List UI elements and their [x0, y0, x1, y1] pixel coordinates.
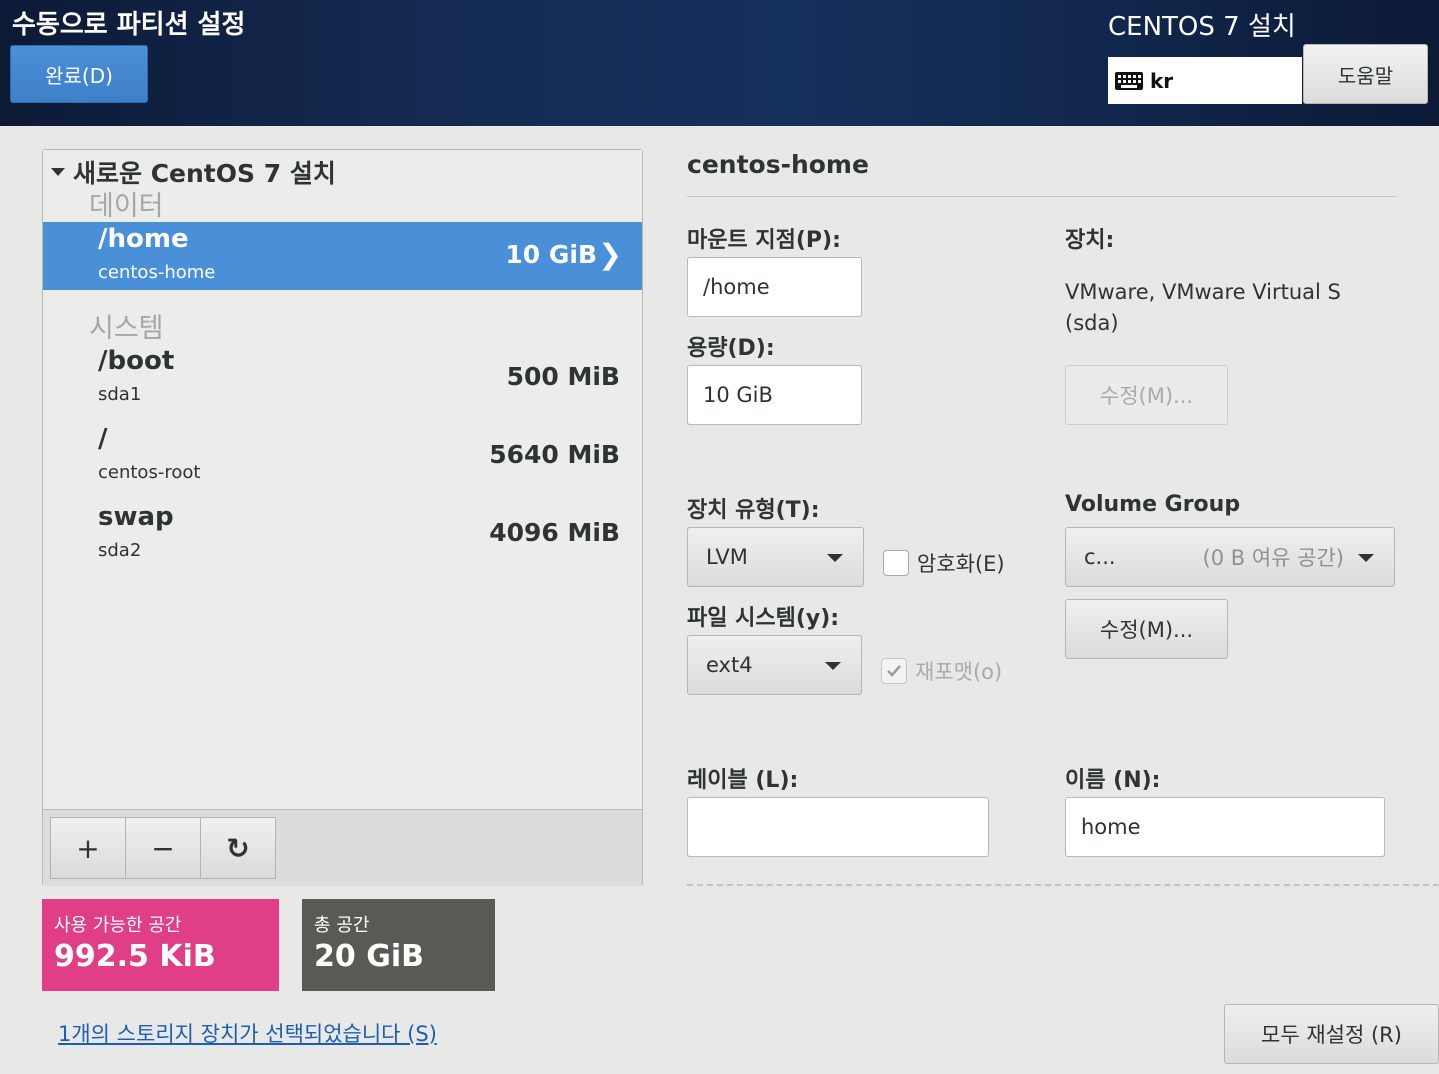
group-label-data: 데이터: [89, 191, 164, 222]
available-space-label: 사용 가능한 공간: [54, 915, 182, 936]
volume-group-free-space: (0 B 여유 공간): [1202, 546, 1344, 570]
label-input[interactable]: [687, 797, 989, 857]
mount-point-row-home[interactable]: /home centos-home 10 GiB ❯: [43, 222, 642, 290]
device-type-value: LVM: [706, 545, 748, 569]
remove-mount-point-button[interactable]: −: [125, 817, 201, 879]
total-space-label: 총 공간: [314, 915, 370, 936]
mount-point-device: centos-root: [98, 462, 201, 483]
detail-title: centos-home: [687, 150, 869, 179]
mount-point-size: 10 GiB: [505, 240, 597, 269]
mount-point-size: 4096 MiB: [489, 518, 620, 547]
mount-point-input[interactable]: /home: [687, 257, 862, 317]
device-label: 장치:: [1065, 228, 1115, 253]
mount-point-toolbar: + − ↻: [43, 809, 642, 886]
keyboard-layout-label: kr: [1150, 68, 1174, 93]
add-mount-point-button[interactable]: +: [50, 817, 126, 879]
minus-icon: −: [151, 831, 175, 865]
help-button[interactable]: 도움말: [1303, 44, 1428, 104]
modify-device-button[interactable]: 수정(M)...: [1065, 365, 1228, 425]
encrypt-checkbox[interactable]: 암호화(E): [883, 548, 1005, 578]
detail-separator: [687, 196, 1396, 197]
dropdown-arrow-icon: [1358, 554, 1374, 562]
mount-point-device: sda1: [98, 384, 142, 405]
mount-point-device: sda2: [98, 540, 142, 561]
dashed-separator: [687, 884, 1439, 886]
available-space-value: 992.5 KiB: [54, 939, 216, 974]
total-space-box: 총 공간 20 GiB: [302, 899, 495, 991]
refresh-icon: ↻: [226, 831, 250, 865]
product-title: CENTOS 7 설치: [1108, 12, 1296, 42]
expand-arrow-icon[interactable]: [51, 168, 65, 176]
mount-point-row-boot[interactable]: /boot sda1 500 MiB: [43, 344, 642, 412]
mount-point-label: 마운트 지점(P):: [687, 228, 841, 253]
mount-point-row-root[interactable]: / centos-root 5640 MiB: [43, 422, 642, 490]
device-type-label: 장치 유형(T):: [687, 498, 820, 523]
available-space-box: 사용 가능한 공간 992.5 KiB: [42, 899, 279, 991]
reset-all-button[interactable]: 모두 재설정 (R): [1224, 1004, 1439, 1064]
filesystem-select[interactable]: ext4: [687, 635, 862, 695]
capacity-input[interactable]: 10 GiB: [687, 365, 862, 425]
mount-point-device: centos-home: [98, 262, 216, 283]
header-bar: 수동으로 파티션 설정 완료(D) CENTOS 7 설치 kr 도움말: [0, 0, 1439, 126]
mount-point-size: 5640 MiB: [489, 440, 620, 469]
mount-point-row-swap[interactable]: swap sda2 4096 MiB: [43, 500, 642, 568]
selected-storage-link[interactable]: 1개의 스토리지 장치가 선택되었습니다 (S): [58, 1018, 437, 1048]
dropdown-arrow-icon: [827, 554, 843, 562]
done-button[interactable]: 완료(D): [10, 45, 148, 103]
mount-point-tree: 새로운 CentOS 7 설치 데이터 /home centos-home 10…: [43, 150, 642, 809]
mount-point-name: swap: [98, 502, 174, 532]
volume-group-label: Volume Group: [1065, 492, 1241, 517]
mount-point-name: /boot: [98, 346, 175, 376]
mount-point-size: 500 MiB: [506, 362, 620, 391]
filesystem-label: 파일 시스템(y):: [687, 606, 840, 631]
refresh-button[interactable]: ↻: [200, 817, 276, 879]
keyboard-icon: [1115, 71, 1143, 90]
device-description: VMware, VMware Virtual S: [1065, 280, 1341, 304]
modify-volume-group-button[interactable]: 수정(M)...: [1065, 599, 1228, 659]
page-title: 수동으로 파티션 설정: [12, 10, 246, 40]
volume-group-select[interactable]: c... (0 B 여유 공간): [1065, 527, 1395, 587]
total-space-value: 20 GiB: [314, 939, 424, 974]
name-input[interactable]: home: [1065, 797, 1385, 857]
volume-group-value: c...: [1084, 545, 1116, 569]
dropdown-arrow-icon: [825, 662, 841, 670]
filesystem-value: ext4: [706, 653, 753, 677]
checkbox-box[interactable]: [881, 658, 907, 684]
name-field-label: 이름 (N):: [1065, 768, 1161, 793]
keyboard-layout-indicator[interactable]: kr: [1108, 57, 1302, 104]
mount-point-name: /home: [98, 224, 189, 254]
mount-point-list-panel: 새로운 CentOS 7 설치 데이터 /home centos-home 10…: [42, 149, 643, 886]
label-field-label: 레이블 (L):: [687, 768, 799, 793]
reformat-label: 재포맷(o): [915, 660, 1003, 684]
capacity-label: 용량(D):: [687, 336, 775, 361]
mount-point-name: /: [98, 424, 108, 454]
encrypt-label: 암호화(E): [917, 552, 1005, 576]
reformat-checkbox[interactable]: 재포맷(o): [881, 656, 1002, 686]
checkmark-icon: [887, 665, 901, 677]
group-label-system: 시스템: [89, 313, 164, 344]
checkbox-box[interactable]: [883, 550, 909, 576]
chevron-right-icon: ❯: [598, 238, 622, 271]
device-type-select[interactable]: LVM: [687, 527, 864, 587]
device-id: (sda): [1065, 311, 1119, 335]
plus-icon: +: [76, 831, 100, 865]
